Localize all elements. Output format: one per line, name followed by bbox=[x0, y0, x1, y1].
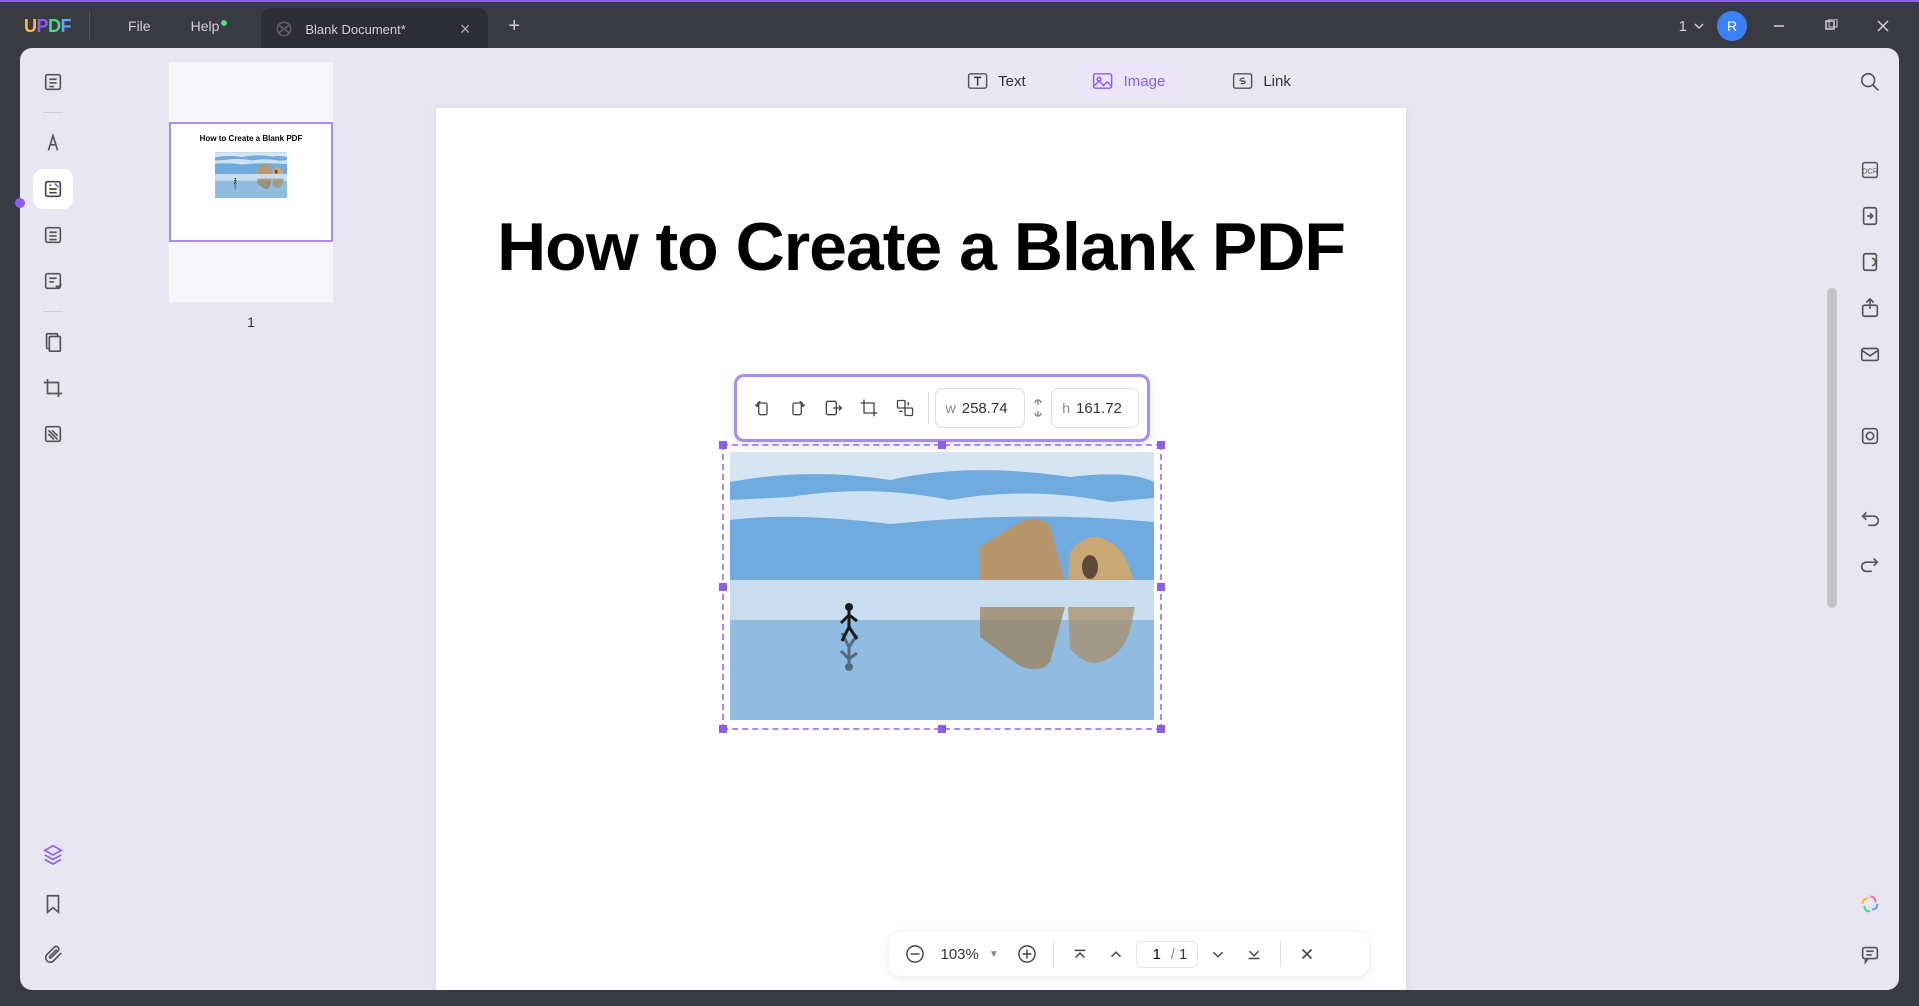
document-icon bbox=[275, 20, 293, 38]
next-page-button[interactable] bbox=[1202, 938, 1234, 970]
page-heading: How to Create a Blank PDF bbox=[436, 210, 1406, 285]
zoom-value[interactable]: 103% bbox=[935, 946, 985, 963]
resize-handle-tm[interactable] bbox=[938, 441, 946, 449]
height-field[interactable]: h bbox=[1051, 388, 1139, 428]
thumbnail-title: How to Create a Blank PDF bbox=[171, 134, 331, 144]
resize-handle-mr[interactable] bbox=[1157, 583, 1165, 591]
email-button[interactable] bbox=[1850, 334, 1890, 374]
undo-button[interactable] bbox=[1850, 498, 1890, 538]
thumbnail-container: How to Create a Blank PDF bbox=[169, 62, 333, 302]
search-button[interactable] bbox=[1850, 62, 1890, 102]
link-icon bbox=[1231, 72, 1253, 90]
height-input[interactable] bbox=[1076, 400, 1128, 417]
thumbnail-panel: How to Create a Blank PDF 1 bbox=[86, 48, 416, 990]
menu-file[interactable]: File bbox=[108, 12, 171, 40]
height-label: h bbox=[1062, 400, 1070, 416]
image-selection[interactable] bbox=[722, 444, 1162, 730]
tab-title: Blank Document* bbox=[305, 22, 405, 37]
comments-panel-button[interactable] bbox=[1850, 934, 1890, 974]
text-icon bbox=[966, 72, 988, 90]
crop-image-button[interactable] bbox=[852, 388, 886, 428]
page-tool[interactable] bbox=[33, 215, 73, 255]
thumbnail-page-number: 1 bbox=[247, 314, 255, 330]
resize-handle-ml[interactable] bbox=[719, 583, 727, 591]
document-tab[interactable]: Blank Document* × bbox=[261, 8, 488, 50]
reader-tool[interactable] bbox=[33, 62, 73, 102]
share-button[interactable] bbox=[1850, 288, 1890, 328]
new-tab-button[interactable]: + bbox=[508, 15, 520, 38]
page-number-field[interactable]: / 1 bbox=[1136, 941, 1199, 968]
form-tool[interactable] bbox=[33, 261, 73, 301]
bookmark-tool[interactable] bbox=[33, 884, 73, 924]
resize-handle-tr[interactable] bbox=[1157, 441, 1165, 449]
width-input[interactable] bbox=[962, 400, 1014, 417]
resize-handle-tl[interactable] bbox=[719, 441, 727, 449]
resize-handle-bl[interactable] bbox=[719, 725, 727, 733]
last-page-button[interactable] bbox=[1238, 938, 1270, 970]
chevron-down-icon bbox=[1693, 20, 1705, 32]
layers-tool[interactable] bbox=[33, 834, 73, 874]
convert-button[interactable] bbox=[1850, 196, 1890, 236]
close-bar-button[interactable] bbox=[1291, 938, 1323, 970]
rotate-left-button[interactable] bbox=[745, 388, 779, 428]
flatten-button[interactable] bbox=[1850, 416, 1890, 456]
extract-button[interactable] bbox=[816, 388, 850, 428]
thumbnail-image bbox=[215, 152, 287, 198]
compress-button[interactable] bbox=[1850, 242, 1890, 282]
zoom-in-button[interactable] bbox=[1011, 938, 1043, 970]
link-lock-icon bbox=[1031, 397, 1045, 419]
rotate-right-button[interactable] bbox=[781, 388, 815, 428]
first-page-button[interactable] bbox=[1064, 938, 1096, 970]
lock-aspect-button[interactable] bbox=[1027, 397, 1049, 419]
app-logo: UPDF bbox=[24, 16, 71, 37]
divider bbox=[89, 12, 90, 40]
image-icon bbox=[1092, 72, 1114, 90]
svg-text:OCR: OCR bbox=[1862, 167, 1878, 176]
link-mode-button[interactable]: Link bbox=[1213, 64, 1309, 98]
comment-tool[interactable] bbox=[33, 123, 73, 163]
tab-close-button[interactable]: × bbox=[456, 19, 475, 40]
redo-button[interactable] bbox=[1850, 544, 1890, 584]
window-close-button[interactable] bbox=[1863, 6, 1903, 46]
document-canvas: Text Image Link How to Create a Blank PD… bbox=[416, 48, 1841, 990]
width-label: w bbox=[946, 400, 956, 416]
redact-tool[interactable] bbox=[33, 414, 73, 454]
replace-button[interactable] bbox=[888, 388, 922, 428]
vertical-scrollbar[interactable] bbox=[1827, 288, 1837, 608]
ai-assistant-button[interactable] bbox=[1850, 884, 1890, 924]
ocr-button[interactable]: OCR bbox=[1850, 150, 1890, 190]
document-page[interactable]: How to Create a Blank PDF w h bbox=[436, 108, 1406, 990]
window-minimize-button[interactable] bbox=[1759, 6, 1799, 46]
window-maximize-button[interactable] bbox=[1811, 6, 1851, 46]
menu-help[interactable]: Help bbox=[171, 12, 248, 40]
user-avatar[interactable]: R bbox=[1717, 11, 1747, 41]
workspace-switcher[interactable]: 1 bbox=[1679, 18, 1705, 35]
page-thumbnail[interactable]: How to Create a Blank PDF bbox=[169, 122, 333, 242]
edit-mode-bar: Text Image Link bbox=[948, 64, 1309, 98]
resize-handle-br[interactable] bbox=[1157, 725, 1165, 733]
right-toolbar: OCR bbox=[1841, 48, 1899, 990]
resize-handle-bm[interactable] bbox=[938, 725, 946, 733]
edit-tool[interactable] bbox=[33, 169, 73, 209]
image-edit-toolbar: w h bbox=[734, 374, 1150, 442]
selected-image[interactable] bbox=[730, 452, 1154, 720]
crop-tool[interactable] bbox=[33, 368, 73, 408]
page-current-input[interactable] bbox=[1147, 946, 1167, 963]
width-field[interactable]: w bbox=[935, 388, 1025, 428]
image-mode-button[interactable]: Image bbox=[1074, 64, 1184, 98]
titlebar: UPDF File Help Blank Document* × + 1 R bbox=[0, 2, 1919, 50]
zoom-dropdown[interactable]: ▼ bbox=[989, 949, 999, 960]
attachment-tool[interactable] bbox=[33, 934, 73, 974]
zoom-out-button[interactable] bbox=[899, 938, 931, 970]
ai-icon bbox=[1859, 893, 1881, 915]
zoom-navigation-bar: 103% ▼ / 1 bbox=[889, 932, 1369, 976]
left-toolbar bbox=[20, 48, 86, 990]
workspace: How to Create a Blank PDF 1 Text Image L… bbox=[20, 48, 1899, 990]
page-total: 1 bbox=[1179, 946, 1187, 963]
text-mode-button[interactable]: Text bbox=[948, 64, 1044, 98]
prev-page-button[interactable] bbox=[1100, 938, 1132, 970]
notification-dot-icon bbox=[221, 20, 227, 26]
protect-tool[interactable] bbox=[33, 322, 73, 362]
